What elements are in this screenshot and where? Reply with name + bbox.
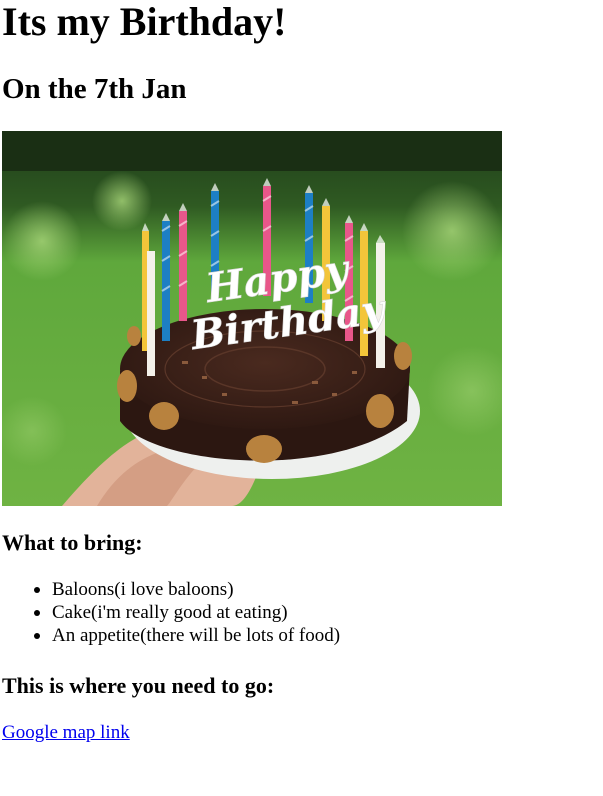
list-item: Baloons(i love baloons) [34, 578, 340, 601]
list-item: An appetite(there will be lots of food) [34, 624, 341, 647]
list-item-text: Baloons(i love baloons) [52, 579, 234, 600]
list-item: Cake(i'm really good at eating) [34, 601, 340, 624]
page-title: Its my Birthday! [2, 0, 287, 44]
bring-list: Baloons(i love baloons) Cake(i'm really … [2, 578, 340, 647]
google-map-link[interactable]: Google map link [2, 721, 130, 744]
date-heading: On the 7th Jan [2, 73, 187, 105]
go-section-title: This is where you need to go: [2, 673, 275, 698]
bullet-icon [34, 633, 40, 639]
bullet-icon [34, 610, 40, 616]
birthday-cake-image: Happy Birthday [2, 131, 502, 506]
bring-section-title: What to bring: [2, 530, 143, 555]
list-item-text: An appetite(there will be lots of food) [52, 625, 341, 646]
bullet-icon [34, 587, 40, 593]
list-item-text: Cake(i'm really good at eating) [52, 602, 288, 623]
